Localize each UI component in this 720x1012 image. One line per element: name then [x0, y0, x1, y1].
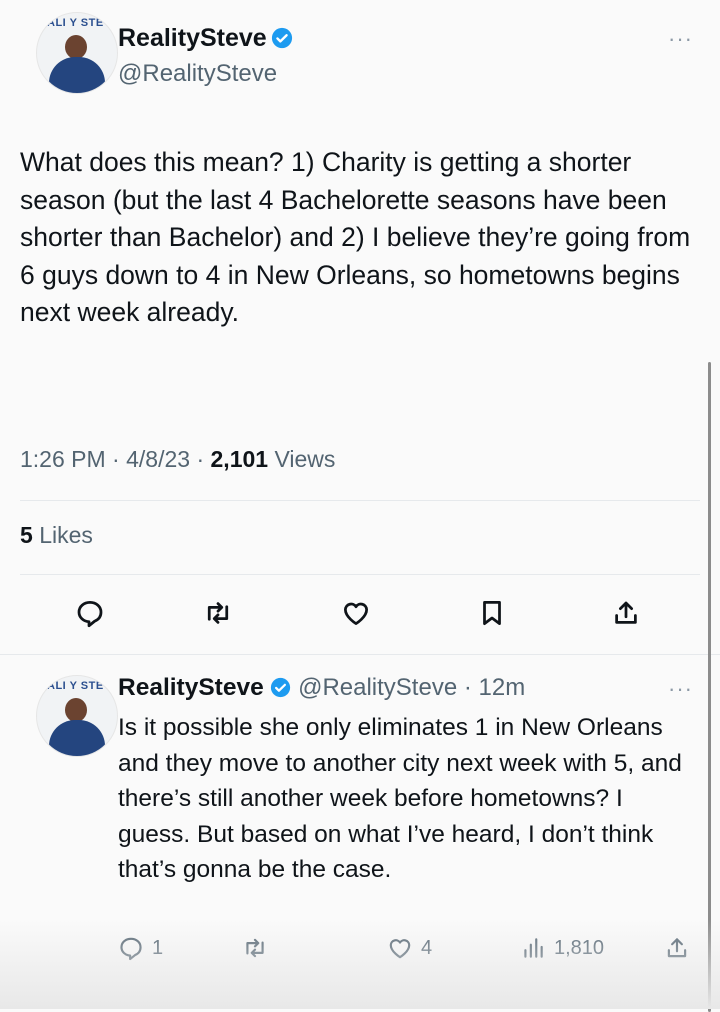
reply-views-button[interactable]: 1,810: [520, 935, 604, 961]
reply-reply-button[interactable]: 1: [118, 935, 163, 961]
views-count: 2,101: [210, 446, 269, 472]
more-options-icon[interactable]: ···: [668, 26, 693, 52]
meta-separator: ·: [112, 446, 127, 472]
like-icon: [389, 939, 411, 959]
tweet-time[interactable]: 1:26 PM: [20, 446, 106, 472]
likes-label: Likes: [39, 522, 93, 548]
reply-like-count: 4: [421, 936, 433, 959]
author-name-row[interactable]: RealitySteve: [118, 24, 293, 53]
divider: [20, 574, 700, 575]
avatar-head: [65, 35, 87, 59]
bookmark-button[interactable]: [472, 593, 512, 633]
like-icon: [344, 602, 368, 625]
divider: [0, 654, 720, 655]
author-handle[interactable]: @RealitySteve: [118, 60, 277, 88]
reply-age[interactable]: 12m: [479, 674, 526, 701]
retweet-icon: [207, 602, 229, 624]
reply-avatar[interactable]: ALI Y STE: [36, 675, 118, 757]
likes-count: 5: [20, 522, 33, 548]
display-name[interactable]: RealitySteve: [118, 24, 267, 52]
avatar-logo-text: ALI Y STE: [47, 17, 104, 29]
reply-icon: [77, 601, 103, 628]
avatar-head: [65, 698, 87, 722]
retweet-icon: [246, 938, 264, 958]
share-icon: [615, 601, 637, 624]
bottom-fade: [0, 919, 720, 1009]
tweet-date[interactable]: 4/8/23: [126, 446, 190, 472]
tweet-text: What does this mean? 1) Charity is getti…: [20, 147, 691, 327]
avatar-logo-text: ALI Y STE: [47, 680, 104, 692]
reply-more-options-icon[interactable]: ···: [668, 676, 693, 702]
analytics-icon: [524, 938, 543, 958]
views-label: Views: [274, 446, 336, 472]
retweet-button[interactable]: [198, 593, 238, 633]
verified-badge-icon: [271, 677, 291, 698]
scrollbar[interactable]: [708, 362, 711, 1012]
bookmark-icon: [483, 601, 501, 625]
reply-share-button[interactable]: [664, 935, 690, 961]
avatar-body: [49, 720, 105, 756]
reply-handle[interactable]: @RealitySteve: [298, 674, 457, 701]
share-icon: [667, 938, 687, 958]
avatar[interactable]: ALI Y STE: [36, 12, 118, 94]
reply-author-row: RealitySteve @RealitySteve · 12m: [118, 674, 525, 702]
tweet-meta: 1:26 PM · 4/8/23 · 2,101 Views: [20, 446, 335, 473]
share-button[interactable]: [606, 593, 646, 633]
likes-stat[interactable]: 5 Likes: [20, 522, 93, 549]
avatar-body: [49, 57, 105, 93]
verified-badge-icon: [272, 27, 293, 49]
divider: [20, 500, 700, 501]
reply-icon: [120, 937, 142, 961]
reply-count: 1: [152, 936, 164, 959]
reply-like-button[interactable]: 4: [387, 935, 432, 961]
reply-text: Is it possible she only eliminates 1 in …: [118, 714, 682, 883]
like-button[interactable]: [336, 593, 376, 633]
reply-button[interactable]: [70, 593, 110, 633]
reply-display-name[interactable]: RealitySteve: [118, 674, 264, 701]
reply-retweet-button[interactable]: [242, 935, 268, 961]
meta-separator: ·: [463, 674, 472, 701]
meta-separator: ·: [196, 446, 211, 472]
reply-views-count: 1,810: [554, 936, 605, 959]
